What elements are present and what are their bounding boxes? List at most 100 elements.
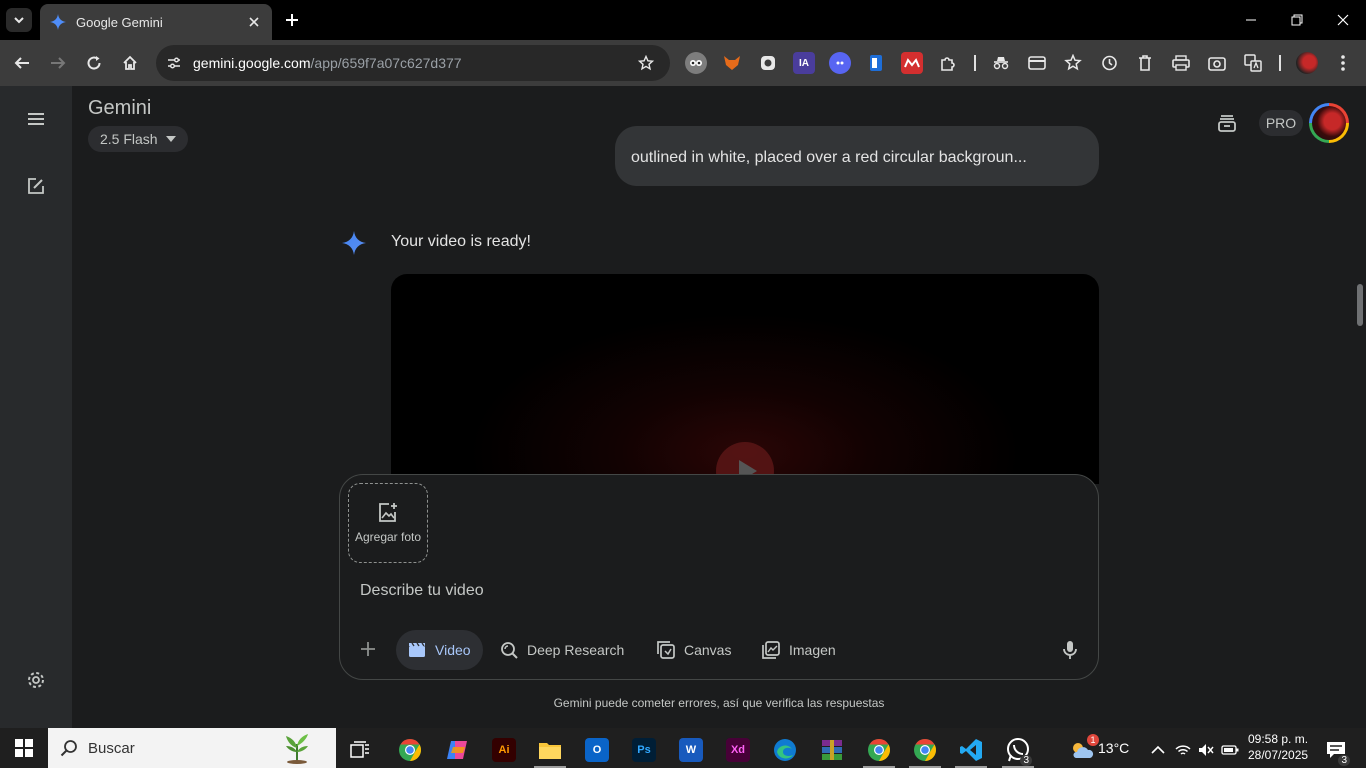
microphone-icon bbox=[1063, 641, 1077, 659]
taskbar-whatsapp[interactable]: 3 bbox=[998, 732, 1038, 768]
ext-ghost-icon[interactable] bbox=[829, 52, 851, 74]
ext-mendeley-icon[interactable] bbox=[901, 52, 923, 74]
ext-fox-icon[interactable] bbox=[721, 52, 743, 74]
app-title: Gemini bbox=[88, 97, 152, 119]
add-photo-button[interactable]: Agregar foto bbox=[348, 483, 428, 563]
taskbar-photoshop[interactable]: Ps bbox=[624, 732, 664, 768]
new-tab-button[interactable] bbox=[280, 8, 304, 32]
volume-status[interactable] bbox=[1193, 732, 1219, 768]
payment-card-icon[interactable] bbox=[1026, 52, 1048, 74]
chrome-icon bbox=[914, 739, 936, 761]
weather-temp: 13°C bbox=[1098, 740, 1130, 756]
main-menu-button[interactable] bbox=[22, 105, 50, 133]
response-text: Your video is ready! bbox=[391, 233, 531, 250]
taskbar-xd[interactable]: Xd bbox=[718, 732, 758, 768]
minimize-button[interactable] bbox=[1228, 0, 1274, 40]
ext-owl-icon[interactable] bbox=[685, 52, 707, 74]
vscode-icon bbox=[960, 739, 982, 761]
tab-search-button[interactable] bbox=[6, 8, 32, 32]
clock-time: 09:58 p. m. bbox=[1248, 732, 1309, 746]
scrollbar-thumb[interactable] bbox=[1357, 284, 1363, 326]
taskbar-chrome-profile-2[interactable] bbox=[905, 732, 945, 768]
prompt-composer: Agregar foto Describe tu video Video Dee… bbox=[339, 474, 1099, 680]
tool-deep-research-button[interactable]: Deep Research bbox=[488, 630, 636, 670]
arrow-left-icon bbox=[14, 57, 29, 69]
gemini-sidebar bbox=[0, 86, 72, 728]
browser-tab-gemini[interactable]: Google Gemini bbox=[40, 4, 272, 40]
site-info-icon[interactable] bbox=[160, 49, 188, 77]
tool-canvas-button[interactable]: Canvas bbox=[645, 630, 743, 670]
taskbar-chrome-profile-1[interactable] bbox=[859, 732, 899, 768]
close-window-button[interactable] bbox=[1320, 0, 1366, 40]
taskbar-chrome[interactable] bbox=[390, 732, 430, 768]
taskbar-illustrator[interactable]: Ai bbox=[484, 732, 524, 768]
bookmark-star-icon[interactable] bbox=[636, 53, 656, 73]
screenshot-icon[interactable] bbox=[1206, 52, 1228, 74]
battery-icon bbox=[1221, 745, 1239, 755]
account-avatar[interactable] bbox=[1309, 103, 1349, 143]
model-selector[interactable]: 2.5 Flash bbox=[88, 126, 188, 152]
model-label: 2.5 Flash bbox=[100, 131, 158, 147]
profile-avatar-icon[interactable] bbox=[1296, 52, 1318, 74]
taskbar-copilot[interactable] bbox=[437, 732, 477, 768]
clock[interactable]: 09:58 p. m. 28/07/2025 bbox=[1248, 731, 1308, 763]
ext-ia-icon[interactable]: IA bbox=[793, 52, 815, 74]
battery-status[interactable] bbox=[1217, 732, 1243, 768]
delete-icon[interactable] bbox=[1134, 52, 1156, 74]
start-button[interactable] bbox=[0, 728, 48, 768]
notifications-button[interactable]: 3 bbox=[1316, 732, 1356, 768]
taskbar-vscode[interactable] bbox=[951, 732, 991, 768]
pro-badge[interactable]: PRO bbox=[1259, 110, 1303, 136]
ext-doc-icon[interactable] bbox=[865, 52, 887, 74]
menu-kebab-icon[interactable] bbox=[1332, 52, 1354, 74]
history-icon[interactable] bbox=[1098, 52, 1120, 74]
favorites-icon[interactable] bbox=[1062, 52, 1084, 74]
ext-record-icon[interactable] bbox=[757, 52, 779, 74]
wifi-icon bbox=[1175, 745, 1191, 755]
video-player[interactable] bbox=[391, 274, 1099, 484]
minimize-icon bbox=[1246, 19, 1256, 21]
translate-icon[interactable] bbox=[1242, 52, 1264, 74]
chevron-down-icon bbox=[14, 17, 24, 24]
taskbar-outlook[interactable]: O bbox=[577, 732, 617, 768]
windows-logo-icon bbox=[15, 739, 33, 757]
user-message: outlined in white, placed over a red cir… bbox=[615, 126, 1099, 186]
temporary-chat-button[interactable] bbox=[1215, 111, 1239, 135]
taskbar-winrar[interactable] bbox=[812, 732, 852, 768]
taskbar-search[interactable]: Buscar bbox=[48, 728, 336, 768]
forward-button[interactable] bbox=[46, 51, 70, 75]
tool-canvas-label: Canvas bbox=[684, 642, 732, 658]
settings-button[interactable] bbox=[22, 666, 50, 694]
taskbar-file-explorer[interactable] bbox=[530, 732, 570, 768]
weather-widget[interactable]: 1 bbox=[1062, 732, 1102, 768]
incognito-icon[interactable] bbox=[990, 52, 1012, 74]
task-view-button[interactable] bbox=[340, 732, 380, 768]
outlook-icon: O bbox=[585, 738, 609, 762]
gemini-spark-icon bbox=[342, 231, 366, 255]
plus-icon bbox=[361, 642, 375, 656]
new-chat-button[interactable] bbox=[22, 172, 50, 200]
address-bar[interactable]: gemini.google.com/app/659f7a07c627d377 bbox=[156, 45, 670, 81]
arrow-right-icon bbox=[51, 57, 66, 69]
extensions-puzzle-icon[interactable] bbox=[937, 52, 959, 74]
xd-icon: Xd bbox=[726, 738, 750, 762]
add-files-button[interactable] bbox=[356, 637, 380, 661]
print-icon[interactable] bbox=[1170, 52, 1192, 74]
reload-button[interactable] bbox=[82, 51, 106, 75]
tool-imagen-button[interactable]: Imagen bbox=[750, 630, 848, 670]
plant-icon bbox=[286, 734, 308, 764]
home-button[interactable] bbox=[118, 51, 142, 75]
image-gallery-icon bbox=[762, 641, 780, 659]
photoshop-icon: Ps bbox=[632, 738, 656, 762]
clapperboard-icon bbox=[408, 641, 426, 659]
restore-button[interactable] bbox=[1274, 0, 1320, 40]
taskbar-word[interactable]: W bbox=[671, 732, 711, 768]
microphone-button[interactable] bbox=[1059, 639, 1081, 661]
task-view-icon bbox=[350, 741, 369, 758]
whatsapp-badge: 3 bbox=[1020, 755, 1032, 766]
prompt-input[interactable]: Describe tu video bbox=[360, 582, 484, 600]
tool-video-button[interactable]: Video bbox=[396, 630, 483, 670]
taskbar-edge[interactable] bbox=[765, 732, 805, 768]
back-button[interactable] bbox=[10, 51, 34, 75]
tab-close-icon[interactable] bbox=[246, 14, 262, 30]
